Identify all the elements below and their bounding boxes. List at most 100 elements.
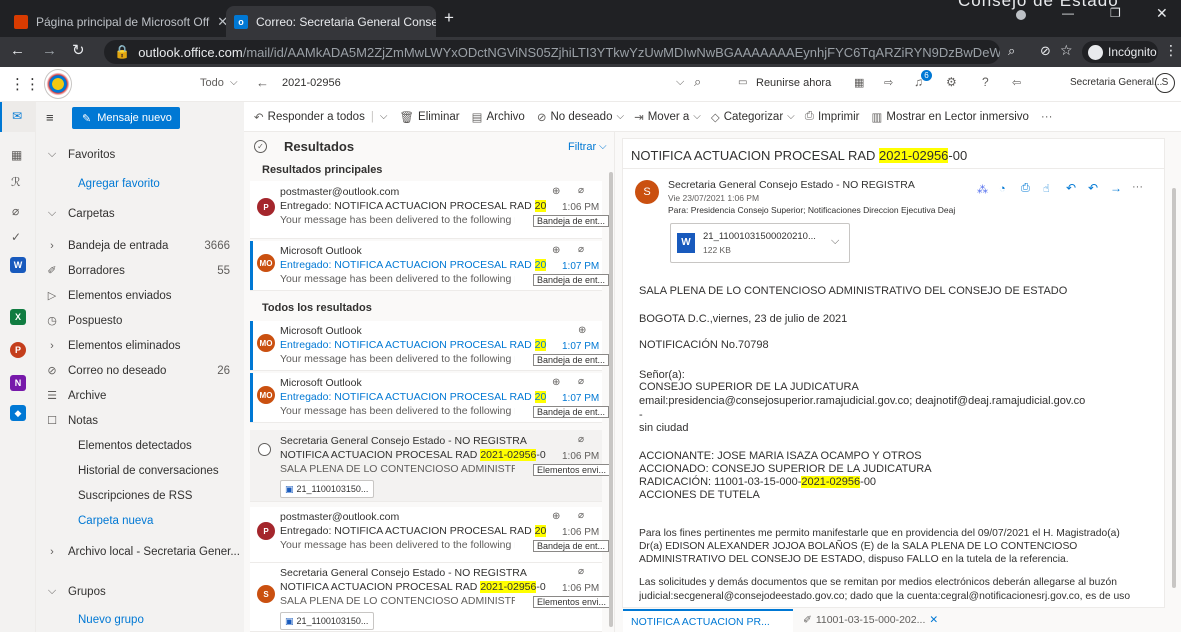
chevron-down-icon[interactable]: ⌵ (380, 111, 388, 122)
close-icon[interactable]: ✕ (929, 614, 938, 632)
folder-chip[interactable]: Bandeja de ent... (533, 215, 610, 227)
sender-name[interactable]: Secretaria General Consejo Estado - NO R… (668, 179, 915, 191)
people-icon[interactable]: ℛ (11, 175, 21, 189)
sidebar-item-rss[interactable]: Suscripciones de RSS (36, 483, 244, 508)
archive-button[interactable]: Archivo (486, 111, 524, 123)
new-folder-link[interactable]: Carpeta nueva (36, 508, 244, 533)
onenote-icon[interactable]: N (10, 375, 26, 391)
delete-button[interactable]: Eliminar (418, 111, 460, 123)
groups-header[interactable]: ⌵ Grupos (36, 579, 244, 604)
sidebar-item-sent[interactable]: ▷ Elementos enviados (36, 283, 244, 308)
flag-icon[interactable]: ⊕ (552, 511, 560, 522)
forward-icon[interactable]: → (42, 42, 57, 59)
teams-icon[interactable]: ▦ (854, 76, 864, 89)
mail-app-button[interactable]: ✉ (0, 102, 36, 132)
browser-menu-icon[interactable]: ⋮ (1164, 42, 1178, 59)
sidebar-item-inbox[interactable]: › Bandeja de entrada 3666 (36, 233, 244, 258)
list-item[interactable]: MO Microsoft Outlook ⊕ ⌀ Entregado: NOTI… (250, 373, 610, 423)
list-item-selected[interactable]: Secretaria General Consejo Estado - NO R… (250, 430, 611, 502)
sidebar-item-archive[interactable]: ☰ Archive (36, 383, 244, 408)
more-options-button[interactable]: ··· (1041, 111, 1053, 123)
zoom-icon[interactable]: ⌕ (1008, 43, 1015, 59)
filter-button[interactable]: Filtrar (568, 141, 596, 153)
browser-tab-outlook[interactable]: o Correo: Secretaria General Conse ✕ (226, 6, 436, 37)
reload-icon[interactable]: ↻ (72, 41, 85, 59)
folders-header[interactable]: ⌵ Carpetas (36, 201, 244, 226)
local-archive-folder[interactable]: › Archivo local - Secretaria Gener... (36, 539, 244, 564)
sidebar-item-notes[interactable]: ☐ Notas (36, 408, 244, 433)
excel-icon[interactable]: X (10, 309, 26, 325)
flag-icon[interactable]: ⊕ (552, 245, 560, 256)
restore-icon[interactable]: ❐ (1110, 6, 1121, 20)
reader-scrollbar[interactable] (1172, 188, 1176, 588)
avatar[interactable]: S (1155, 73, 1175, 93)
draft-tab[interactable]: ✐ 11001-03-15-000-202... ✕ (795, 609, 965, 632)
sidebar-item-junk[interactable]: ⊘ Correo no deseado 26 (36, 358, 244, 383)
sidebar-item-deleted[interactable]: › Elementos eliminados (36, 333, 244, 358)
sidebar-item-conversation-history[interactable]: Historial de conversaciones (36, 458, 244, 483)
help-icon[interactable]: ? (982, 75, 989, 89)
categorize-button[interactable]: Categorizar (724, 111, 783, 123)
teams-share-icon[interactable]: ⁂ (977, 183, 988, 196)
new-tab-button[interactable]: + (444, 8, 454, 28)
list-scrollbar[interactable] (609, 172, 613, 627)
immersive-reader-button[interactable]: Mostrar en Lector inmersivo (886, 111, 1029, 123)
list-item[interactable]: MO Microsoft Outlook ⊕ ⌀ Entregado: NOTI… (250, 241, 610, 291)
tracking-icon[interactable]: ⊘ (1040, 43, 1051, 59)
sidebar-item-snoozed[interactable]: ◷ Pospuesto (36, 308, 244, 333)
folder-chip[interactable]: Bandeja de ent... (533, 274, 610, 286)
list-item[interactable]: MO Microsoft Outlook ⊕ Entregado: NOTIFI… (250, 321, 610, 371)
search-icon[interactable]: ⌕ (694, 74, 701, 90)
reply-icon[interactable]: ↶ (1066, 181, 1076, 195)
attachment-chip[interactable]: ▣ 21_1100103150... (280, 612, 374, 630)
select-checkbox[interactable] (258, 443, 271, 456)
add-favorite-link[interactable]: Agregar favorito (36, 171, 244, 196)
flag-icon[interactable]: ⊕ (578, 325, 586, 336)
reply-all-icon[interactable]: ↶ (1088, 181, 1098, 195)
list-item[interactable]: P postmaster@outlook.com ⊕ ⌀ Entregado: … (250, 507, 610, 563)
loop-icon[interactable]: ◔ (999, 183, 1006, 195)
favorites-header[interactable]: ⌵ Favoritos (36, 142, 244, 167)
word-icon[interactable]: W (10, 257, 26, 273)
back-icon[interactable]: ← (10, 42, 25, 59)
new-group-link[interactable]: Nuevo grupo (36, 607, 244, 632)
list-item[interactable]: S Secretaria General Consejo Estado - NO… (250, 563, 611, 632)
sidebar-item-detected[interactable]: Elementos detectados (36, 433, 244, 458)
move-button[interactable]: Mover a (648, 111, 690, 123)
chevron-down-icon[interactable]: ⌵ (616, 111, 624, 122)
flag-icon[interactable]: ⊕ (552, 186, 560, 197)
print-icon[interactable]: ⎙ (1021, 182, 1030, 195)
sender-avatar[interactable]: S (635, 180, 659, 204)
account-name[interactable]: Secretaria General... (1070, 77, 1162, 88)
minimize-icon[interactable]: — (1062, 6, 1074, 20)
calendar-icon[interactable]: ▦ (11, 148, 22, 162)
folder-chip[interactable]: Bandeja de ent... (533, 354, 610, 366)
onedrive-icon[interactable]: ◆ (10, 405, 26, 421)
print-button[interactable]: Imprimir (818, 111, 860, 123)
chevron-down-icon[interactable]: ⌵ (230, 77, 238, 88)
junk-button[interactable]: No deseado (550, 111, 612, 123)
todo-icon[interactable]: ⇨ (884, 76, 893, 89)
folder-chip[interactable]: Elementos envi... (533, 464, 611, 476)
search-scope[interactable]: Todo (200, 77, 224, 89)
search-options-icon[interactable]: ⌵ (676, 76, 684, 89)
sidebar-item-drafts[interactable]: ✐ Borradores 55 (36, 258, 244, 283)
select-all-checkbox[interactable]: ✓ (254, 140, 267, 153)
meet-now-button[interactable]: Reunirse ahora (756, 77, 831, 89)
search-input[interactable]: 2021-02956 (282, 77, 341, 89)
chevron-down-icon[interactable]: ⌵ (787, 111, 795, 122)
folder-chip[interactable]: Bandeja de ent... (533, 540, 610, 552)
star-icon[interactable]: ☆ (1060, 42, 1073, 59)
draft-tab-active[interactable]: NOTIFICA ACTUACION PR... (623, 609, 793, 632)
gear-icon[interactable]: ⚙ (946, 75, 957, 89)
profile-dot-icon[interactable] (1016, 10, 1026, 20)
todo-check-icon[interactable]: ✓ (11, 230, 21, 244)
chevron-down-icon[interactable]: ⌵ (831, 235, 839, 248)
attachment-card[interactable]: W 21_11001031500020210... 122 KB ⌵ (670, 223, 850, 263)
browser-tab-office[interactable]: Página principal de Microsoft Off ✕ (6, 6, 226, 37)
like-icon[interactable]: ☝ (1043, 182, 1050, 195)
list-item[interactable]: P postmaster@outlook.com ⊕ ⌀ Entregado: … (250, 181, 610, 239)
chevron-down-icon[interactable]: ⌵ (693, 111, 701, 122)
url-field[interactable]: 🔒 outlook.office.com/mail/id/AAMkADA5M2Z… (104, 40, 1000, 64)
attachment-chip[interactable]: ▣ 21_1100103150... (280, 480, 374, 498)
